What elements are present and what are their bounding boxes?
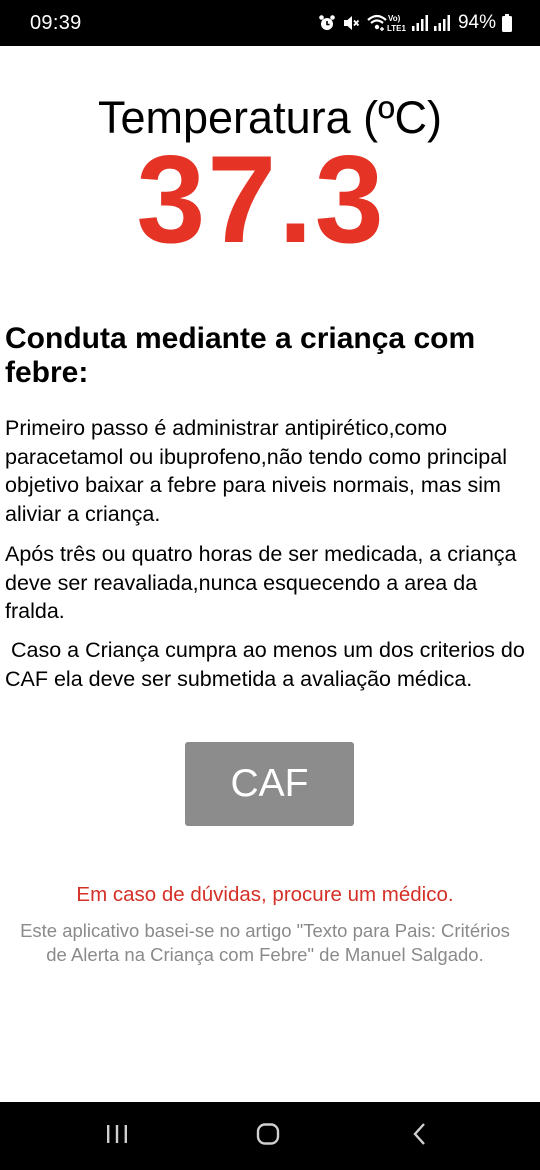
recents-icon xyxy=(105,1123,129,1150)
back-button[interactable] xyxy=(380,1102,460,1170)
fever-guidance-heading: Conduta mediante a criança com febre: xyxy=(5,322,476,389)
wifi-calling-icon: Vo) LTE1 xyxy=(366,12,406,34)
status-bar: 09:39 Vo) LTE1 94% xyxy=(0,0,540,46)
main-content: Temperatura (ºC) 37.3 Conduta mediante a… xyxy=(0,46,540,1102)
battery-percent: 94% xyxy=(457,12,496,33)
caf-button[interactable]: CAF xyxy=(185,742,354,826)
alarm-icon xyxy=(318,14,336,32)
signal-icon xyxy=(433,14,450,32)
signal-icon xyxy=(411,14,428,32)
back-icon xyxy=(410,1122,430,1151)
temperature-value: 37.3 xyxy=(136,131,386,269)
source-note: Este aplicativo basei-se no artigo "Text… xyxy=(20,920,510,965)
guidance-paragraph: Após três ou quatro horas de ser medicad… xyxy=(5,542,523,623)
home-icon xyxy=(256,1122,280,1150)
mute-icon xyxy=(342,14,360,32)
home-button[interactable] xyxy=(228,1102,308,1170)
guidance-paragraph: Primeiro passo é administrar antipirétic… xyxy=(5,416,507,526)
status-icons: Vo) LTE1 94% xyxy=(318,12,512,34)
doctor-warning: Em caso de dúvidas, procure um médico. xyxy=(76,883,454,906)
volte-label: Vo) xyxy=(388,14,401,23)
status-time: 09:39 xyxy=(30,11,82,34)
navigation-bar xyxy=(0,1102,540,1170)
lte-label: LTE1 xyxy=(387,24,406,33)
battery-icon xyxy=(502,14,512,32)
guidance-paragraph: Caso a Criança cumpra ao menos um dos cr… xyxy=(5,638,531,691)
recents-button[interactable] xyxy=(77,1102,157,1170)
